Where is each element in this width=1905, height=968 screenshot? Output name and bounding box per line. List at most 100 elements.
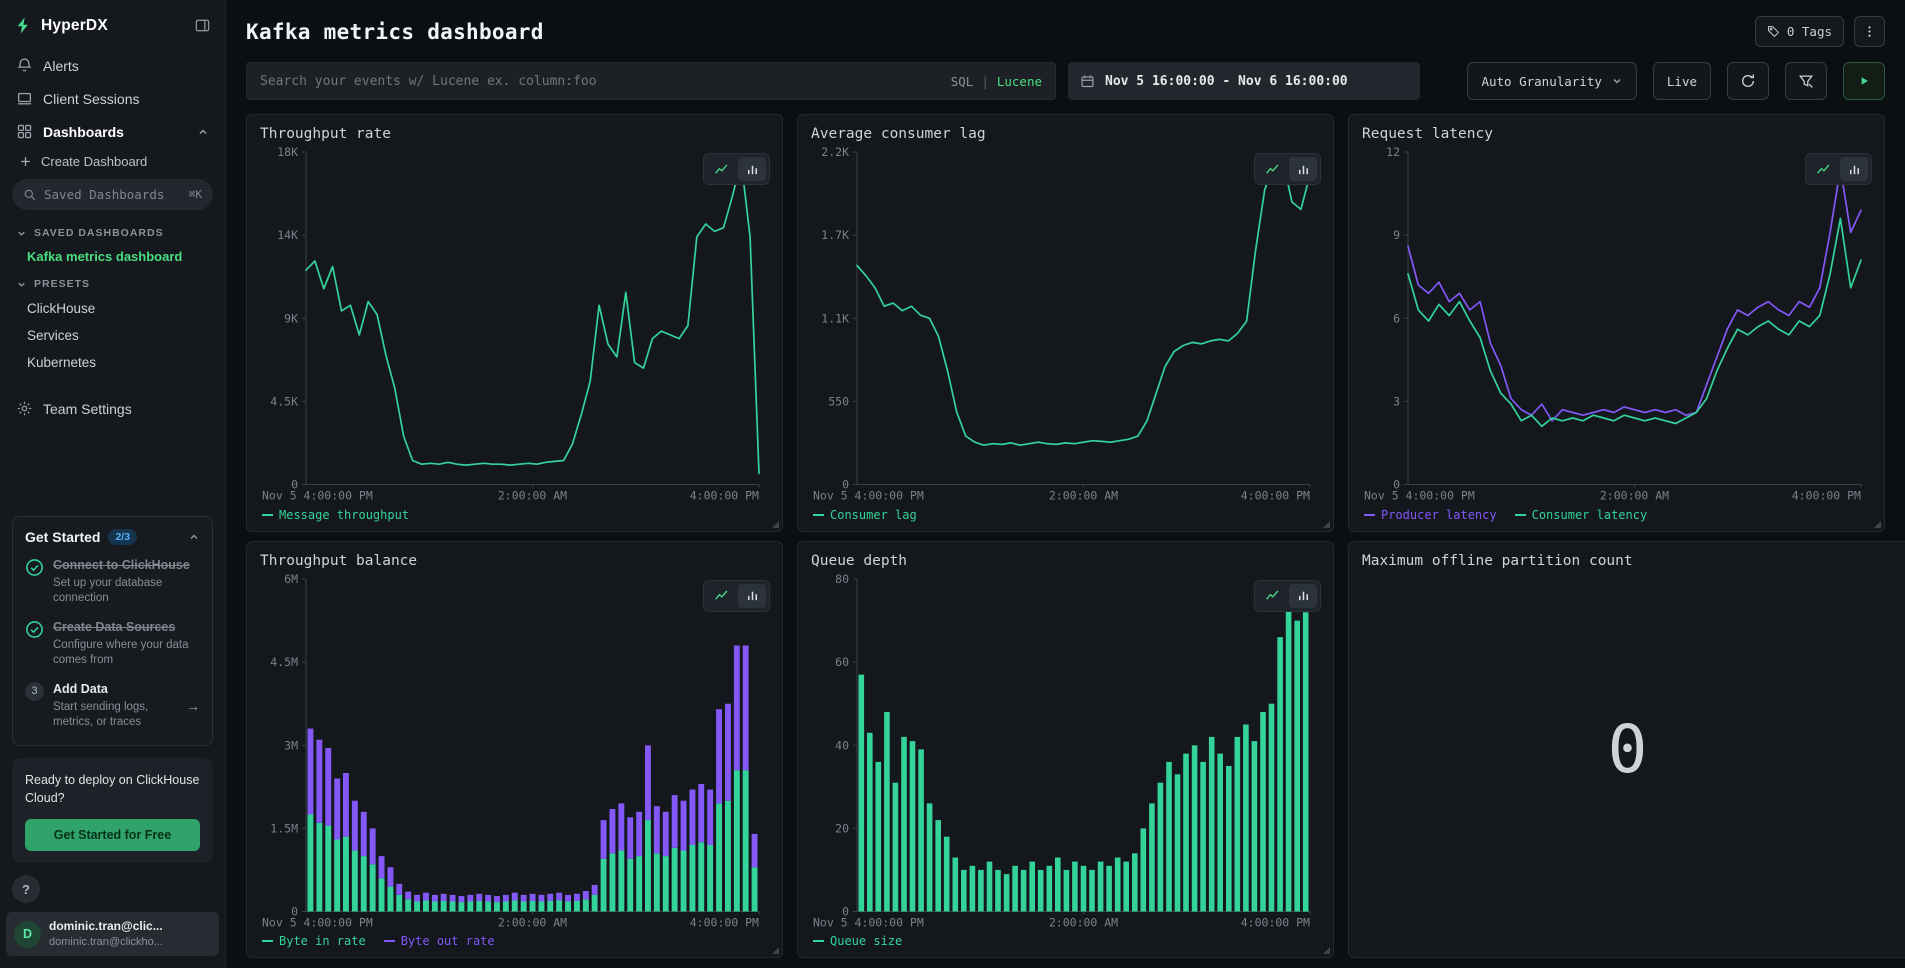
legend-swatch (1515, 514, 1526, 516)
chart-title: Average consumer lag (811, 126, 1320, 142)
legend-label: Producer latency (1381, 508, 1497, 522)
event-search-input[interactable] (260, 74, 941, 89)
legend-swatch (813, 940, 824, 942)
section-label: SAVED DASHBOARDS (34, 227, 164, 239)
svg-text:2:00:00 AM: 2:00:00 AM (1600, 489, 1669, 503)
arrow-right-icon: → (186, 698, 200, 714)
chart-card-queue-depth: Queue depth 020406080Nov 5 4:00:00 PM2:0… (797, 541, 1334, 959)
user-email: dominic.tran@clickho... (49, 935, 163, 949)
bar-chart-icon[interactable] (738, 157, 766, 181)
svg-text:Nov 5 4:00:00 PM: Nov 5 4:00:00 PM (262, 489, 373, 503)
filter-icon (1798, 73, 1814, 89)
step-title: Add Data (53, 681, 177, 698)
chart-plot: 01.5M3M4.5M6MNov 5 4:00:00 PM2:00:00 AM4… (260, 571, 769, 932)
get-started-step-connect[interactable]: Connect to ClickHouse Set up your databa… (25, 557, 200, 607)
saved-dashboards-search[interactable]: Saved Dashboards ⌘K (12, 179, 213, 210)
line-chart-icon[interactable] (1258, 584, 1286, 608)
dashboard-grid: Throughput rate 04.5K9K14K18KNov 5 4:00:… (246, 114, 1885, 968)
chart-type-toolbar (1254, 153, 1321, 185)
chevron-down-icon (16, 228, 27, 239)
page-title: Kafka metrics dashboard (246, 20, 544, 44)
get-started-step-sources[interactable]: Create Data Sources Configure where your… (25, 619, 200, 669)
resize-handle[interactable] (1874, 521, 1881, 528)
tags-button[interactable]: 0 Tags (1755, 16, 1844, 47)
dashboard-menu-button[interactable] (1854, 16, 1885, 47)
user-text: dominic.tran@clic... dominic.tran@clickh… (49, 919, 163, 949)
sidebar-item-services[interactable]: Services (0, 322, 225, 349)
bar-chart-icon[interactable] (738, 584, 766, 608)
chart-legend: Message throughput (260, 505, 769, 525)
step-desc: Configure where your data comes from (53, 638, 200, 669)
resize-handle[interactable] (1323, 947, 1330, 954)
tags-label: 0 Tags (1787, 24, 1832, 39)
resize-handle[interactable] (772, 947, 779, 954)
date-range-picker[interactable]: Nov 5 16:00:00 - Nov 6 16:00:00 (1068, 62, 1420, 100)
svg-text:40: 40 (835, 738, 849, 752)
svg-text:Nov 5 4:00:00 PM: Nov 5 4:00:00 PM (813, 915, 924, 929)
filter-button[interactable] (1785, 62, 1827, 100)
legend-label: Byte in rate (279, 934, 366, 948)
create-dashboard-button[interactable]: Create Dashboard (0, 148, 225, 177)
bar-chart-icon[interactable] (1840, 157, 1868, 181)
live-button[interactable]: Live (1653, 62, 1711, 100)
granularity-dropdown[interactable]: Auto Granularity (1467, 62, 1636, 100)
bell-icon (16, 57, 33, 74)
get-started-free-button[interactable]: Get Started for Free (25, 819, 200, 851)
svg-text:2:00:00 AM: 2:00:00 AM (498, 915, 567, 929)
svg-text:4:00:00 PM: 4:00:00 PM (1241, 489, 1310, 503)
help-button[interactable]: ? (12, 875, 40, 903)
saved-dashboards-section-header[interactable]: SAVED DASHBOARDS (0, 220, 225, 244)
chevron-up-icon[interactable] (188, 531, 200, 543)
legend-item: Message throughput (262, 508, 409, 522)
line-chart-icon[interactable] (707, 584, 735, 608)
chart-title: Maximum offline partition count (1362, 553, 1893, 569)
sidebar-item-label: Alerts (43, 58, 79, 74)
refresh-button[interactable] (1727, 62, 1769, 100)
chart-legend: Producer latencyConsumer latency (1362, 505, 1871, 525)
presets-section-header[interactable]: PRESETS (0, 271, 225, 295)
get-started-header: Get Started 2/3 (25, 529, 200, 545)
date-range-value: Nov 5 16:00:00 - Nov 6 16:00:00 (1105, 74, 1348, 89)
legend-swatch (384, 940, 395, 942)
lucene-toggle[interactable]: Lucene (997, 74, 1042, 89)
sidebar-item-client-sessions[interactable]: Client Sessions (0, 82, 225, 115)
check-circle-icon (25, 558, 44, 577)
legend-swatch (262, 940, 273, 942)
svg-text:4:00:00 PM: 4:00:00 PM (690, 489, 759, 503)
sidebar-item-kafka-dashboard[interactable]: Kafka metrics dashboard (0, 244, 225, 271)
step-title: Create Data Sources (53, 619, 200, 636)
chevron-up-icon[interactable] (197, 126, 209, 138)
step-text: Connect to ClickHouse Set up your databa… (53, 557, 200, 607)
sidebar-collapse-icon[interactable] (194, 17, 211, 34)
resize-handle[interactable] (772, 521, 779, 528)
svg-text:60: 60 (835, 655, 849, 669)
svg-text:14K: 14K (277, 228, 298, 242)
sidebar-item-kubernetes[interactable]: Kubernetes (0, 349, 225, 376)
get-started-step-add-data[interactable]: 3 Add Data Start sending logs, metrics, … (25, 681, 200, 731)
line-chart-icon[interactable] (707, 157, 735, 181)
step-desc: Set up your database connection (53, 576, 200, 607)
svg-text:4:00:00 PM: 4:00:00 PM (1792, 489, 1861, 503)
chart-title: Queue depth (811, 553, 1320, 569)
toolbar-right-tools: Auto Granularity Live (1467, 62, 1885, 100)
legend-label: Message throughput (279, 508, 409, 522)
run-query-button[interactable] (1843, 62, 1885, 100)
sidebar-item-dashboards[interactable]: Dashboards (0, 115, 225, 148)
sidebar-item-clickhouse[interactable]: ClickHouse (0, 295, 225, 322)
granularity-value: Auto Granularity (1481, 74, 1601, 89)
svg-text:4.5K: 4.5K (270, 394, 298, 408)
svg-text:3: 3 (1393, 394, 1400, 408)
svg-text:1.5M: 1.5M (270, 821, 298, 835)
svg-text:2:00:00 AM: 2:00:00 AM (1049, 489, 1118, 503)
sidebar-spacer (0, 425, 225, 506)
bar-chart-icon[interactable] (1289, 157, 1317, 181)
user-menu[interactable]: D dominic.tran@clic... dominic.tran@clic… (6, 912, 219, 956)
line-chart-icon[interactable] (1258, 157, 1286, 181)
legend-item: Byte out rate (384, 934, 495, 948)
sql-toggle[interactable]: SQL (951, 74, 974, 89)
sidebar-item-alerts[interactable]: Alerts (0, 49, 225, 82)
line-chart-icon[interactable] (1809, 157, 1837, 181)
bar-chart-icon[interactable] (1289, 584, 1317, 608)
resize-handle[interactable] (1323, 521, 1330, 528)
sidebar-item-team-settings[interactable]: Team Settings (0, 392, 225, 425)
